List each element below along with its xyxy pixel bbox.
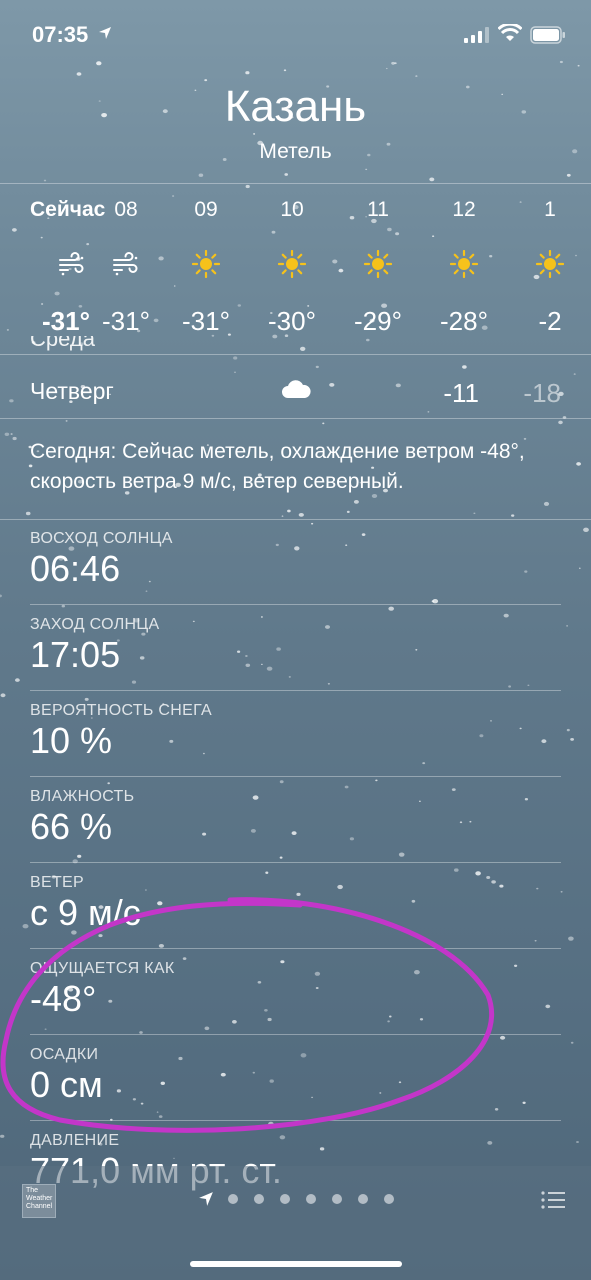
divider (0, 519, 591, 520)
divider (0, 183, 591, 184)
divider (0, 418, 591, 419)
wind-snow-icon (58, 250, 86, 278)
detail-label: ЗАХОД СОЛНЦА (30, 616, 160, 633)
detail-label: ОЩУЩАЕТСЯ КАК (30, 960, 175, 977)
detail-row: ВЕТЕР с 9 м/с (30, 874, 561, 954)
page-dot[interactable] (228, 1194, 238, 1204)
hour-temp: -31° (102, 306, 150, 336)
cloud-icon (280, 378, 312, 407)
location-arrow-icon (199, 1192, 213, 1206)
detail-label: ВЛАЖНОСТЬ (30, 788, 135, 805)
hour-temp: -29° (354, 306, 402, 336)
detail-value: 66 % (30, 806, 113, 847)
detail-row: ЗАХОД СОЛНЦА 17:05 (30, 616, 561, 696)
detail-row: ОЩУЩАЕТСЯ КАК -48° (30, 960, 561, 1040)
hour-temp: -28° (440, 306, 488, 336)
page-dot[interactable] (384, 1194, 394, 1204)
current-condition: Метель (259, 140, 332, 163)
hour-label: 10 (280, 198, 304, 221)
hour-temp: -2 (538, 306, 562, 336)
wind-snow-icon (112, 250, 140, 278)
cellular-signal-icon (464, 27, 489, 43)
hour-temp: -30° (268, 306, 316, 336)
detail-value: 17:05 (30, 634, 121, 675)
divider (30, 1120, 561, 1121)
hour-label: 08 (114, 198, 138, 221)
page-dot[interactable] (332, 1194, 342, 1204)
day-high-temp: -11 (443, 378, 479, 408)
city-name: Казань (224, 82, 367, 131)
page-dot[interactable] (254, 1194, 264, 1204)
battery-icon (530, 26, 565, 44)
detail-label: ВОСХОД СОЛНЦА (30, 530, 173, 547)
detail-row: ВЕРОЯТНОСТЬ СНЕГА 10 % (30, 702, 561, 782)
today-summary: Сегодня: Сейчас метель, охлаждение ветро… (30, 440, 525, 493)
sun-icon (535, 249, 565, 279)
status-bar: 07:35 (0, 0, 591, 70)
divider (30, 862, 561, 863)
detail-label: ВЕТЕР (30, 874, 84, 891)
detail-label: ВЕРОЯТНОСТЬ СНЕГА (30, 702, 212, 719)
sun-icon (449, 249, 479, 279)
detail-value: -48° (30, 978, 97, 1019)
list-icon[interactable] (541, 1190, 565, 1210)
wifi-icon (498, 24, 522, 41)
status-time: 07:35 (32, 22, 89, 47)
page-dot[interactable] (306, 1194, 316, 1204)
divider (30, 1034, 561, 1035)
sun-icon (277, 249, 307, 279)
divider (30, 776, 561, 777)
divider (30, 948, 561, 949)
detail-value: 0 см (30, 1064, 103, 1105)
day-low-temp: -18 (523, 378, 561, 408)
detail-value: с 9 м/с (30, 892, 141, 933)
page-dot[interactable] (280, 1194, 290, 1204)
hour-label: 12 (452, 198, 476, 221)
detail-value: 10 % (30, 720, 113, 761)
sun-icon (191, 249, 221, 279)
detail-label: ДАВЛЕНИЕ (30, 1132, 120, 1149)
divider (30, 690, 561, 691)
sun-icon (363, 249, 393, 279)
divider (30, 604, 561, 605)
hour-label: 11 (367, 198, 389, 221)
home-indicator[interactable] (190, 1261, 402, 1267)
day-name: Четверг (30, 378, 114, 404)
page-dot[interactable] (358, 1194, 368, 1204)
daily-row-thursday[interactable]: Четверг -11 -18 (30, 374, 561, 410)
hour-label: 1 (544, 198, 556, 221)
detail-value: 06:46 (30, 548, 121, 589)
location-arrow-icon (98, 24, 112, 45)
daily-row-partial: Среда (30, 336, 95, 351)
hour-temp: -31° (182, 306, 230, 336)
detail-row: ОСАДКИ 0 см (30, 1046, 561, 1126)
hour-label: 09 (194, 198, 218, 221)
detail-label: ОСАДКИ (30, 1046, 99, 1063)
weather-channel-logo[interactable]: The Weather Channel (22, 1184, 56, 1218)
detail-row: ВЛАЖНОСТЬ 66 % (30, 788, 561, 868)
detail-row: ВОСХОД СОЛНЦА 06:46 (30, 530, 561, 610)
